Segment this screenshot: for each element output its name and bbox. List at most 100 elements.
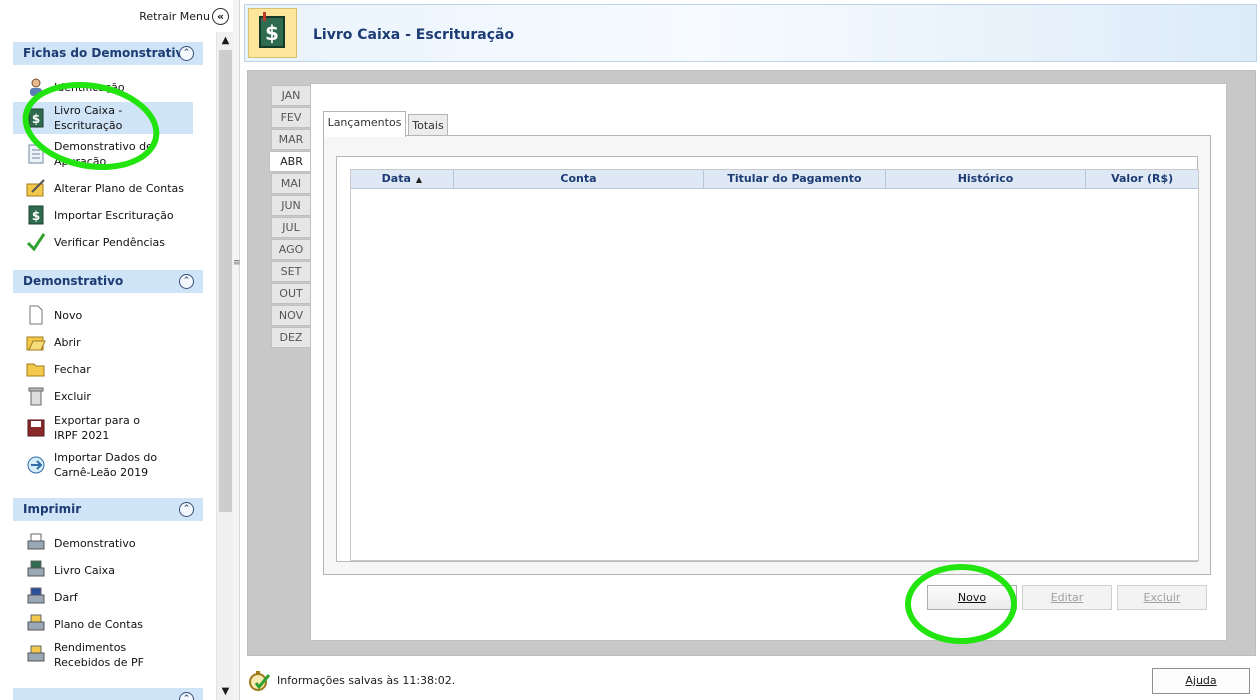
column-header-titular[interactable]: Titular do Pagamento	[704, 170, 886, 188]
main-area: $ Livro Caixa - Escrituração JAN FEV MAR…	[241, 0, 1260, 700]
menu-item-label: Exportar para o IRPF 2021	[54, 414, 140, 442]
menu-item-print-livro-caixa[interactable]: Livro Caixa	[13, 559, 193, 581]
section-header-imprimir[interactable]: Imprimir ⌃	[13, 498, 203, 521]
section-fichas: Fichas do Demonstrativo ⌃	[13, 42, 203, 65]
tab-content: Data ▲ Conta Titular do Pagamento Históri…	[323, 135, 1211, 575]
scroll-down-icon[interactable]: ▼	[217, 683, 234, 700]
menu-item-label: Excluir	[54, 389, 91, 403]
collapse-icon[interactable]: ⌃	[179, 274, 194, 289]
menu-item-print-demonstrativo[interactable]: Demonstrativo	[13, 532, 193, 554]
menu-item-label: Livro Caixa	[54, 563, 115, 577]
menu-item-label: Abrir	[54, 335, 81, 349]
month-tab-jun[interactable]: JUN	[271, 195, 311, 216]
menu-item-verificar-pendencias[interactable]: Verificar Pendências	[13, 231, 193, 253]
section-title: Fichas do Demonstrativo	[23, 46, 192, 60]
section-header-fichas[interactable]: Fichas do Demonstrativo ⌃	[13, 42, 203, 65]
menu-item-label: Importar Dados do Carnê-Leão 2019	[54, 451, 158, 479]
import-globe-icon	[26, 455, 46, 475]
printer-icon	[26, 645, 46, 665]
menu-item-alterar-plano[interactable]: Alterar Plano de Contas	[13, 177, 193, 199]
month-tab-mar[interactable]: MAR	[271, 129, 311, 150]
folder-icon	[26, 359, 46, 379]
column-header-valor[interactable]: Valor (R$)	[1086, 170, 1198, 188]
menu-item-print-darf[interactable]: Darf	[13, 586, 193, 608]
column-header-historico[interactable]: Histórico	[886, 170, 1087, 188]
month-tab-jan[interactable]: JAN	[271, 85, 311, 106]
menu-item-novo[interactable]: Novo	[13, 304, 193, 326]
retract-menu-label[interactable]: Retrair Menu	[139, 10, 210, 23]
menu-item-label: Alterar Plano de Contas	[54, 181, 184, 195]
month-tab-dez[interactable]: DEZ	[271, 327, 311, 348]
panel-splitter[interactable]: ≡	[233, 0, 241, 700]
stopwatch-check-icon	[247, 669, 271, 693]
book-dollar-icon: $	[26, 205, 46, 225]
month-tab-set[interactable]: SET	[271, 261, 311, 282]
printer-icon	[26, 533, 46, 553]
collapse-icon[interactable]: ⌃	[179, 692, 194, 700]
section-header-demonstrativo[interactable]: Demonstrativo ⌃	[13, 270, 203, 293]
menu-item-demonstrativo-apuracao[interactable]: Demonstrativo de Apuração	[13, 138, 193, 170]
svg-text:$: $	[265, 21, 279, 45]
delete-button[interactable]: Excluir	[1117, 585, 1207, 610]
month-tab-abr[interactable]: ABR	[269, 151, 313, 172]
section-title: Imprimir	[23, 502, 82, 516]
edit-button[interactable]: Editar	[1022, 585, 1112, 610]
edit-folder-icon	[26, 178, 46, 198]
left-menu: Retrair Menu « Fichas do Demonstrativo ⌃…	[0, 0, 241, 700]
double-chevron-left-icon[interactable]: «	[212, 8, 229, 25]
scroll-up-icon[interactable]: ▲	[217, 32, 234, 49]
menu-item-print-plano-contas[interactable]: Plano de Contas	[13, 613, 193, 635]
menu-item-fechar[interactable]: Fechar	[13, 358, 193, 380]
month-tab-nov[interactable]: NOV	[271, 305, 311, 326]
menu-scroll-area: Fichas do Demonstrativo ⌃ Identificação …	[13, 32, 216, 700]
svg-text:$: $	[32, 112, 40, 126]
menu-item-abrir[interactable]: Abrir	[13, 331, 193, 353]
book-dollar-icon: $	[26, 108, 46, 128]
column-header-conta[interactable]: Conta	[454, 170, 705, 188]
month-tab-mai[interactable]: MAI	[271, 173, 311, 194]
menu-item-excluir[interactable]: Excluir	[13, 385, 193, 407]
tab-lancamentos[interactable]: Lançamentos	[323, 111, 406, 137]
grip-icon: ≡	[233, 258, 241, 268]
book-dollar-icon: $	[248, 8, 297, 58]
svg-text:$: $	[32, 209, 40, 223]
menu-item-label: Demonstrativo	[54, 536, 136, 550]
person-icon	[26, 77, 46, 97]
month-tab-out[interactable]: OUT	[271, 283, 311, 304]
menu-item-livro-caixa[interactable]: $ Livro Caixa - Escrituração	[13, 102, 193, 134]
section-imprimir: Imprimir ⌃	[13, 498, 203, 521]
month-tab-jul[interactable]: JUL	[271, 217, 311, 238]
menu-item-identificacao[interactable]: Identificação	[13, 75, 193, 99]
menu-item-importar-escrituracao[interactable]: $ Importar Escrituração	[13, 204, 193, 226]
menu-item-print-rendimentos[interactable]: Rendimentos Recebidos de PF	[13, 639, 193, 671]
menu-item-label: Verificar Pendências	[54, 235, 166, 249]
month-tab-ago[interactable]: AGO	[271, 239, 311, 260]
menu-item-exportar[interactable]: Exportar para o IRPF 2021	[13, 412, 193, 444]
collapse-icon[interactable]: ⌃	[179, 46, 194, 61]
status-text: Informações salvas às 11:38:02.	[277, 674, 456, 687]
menu-item-importar-carne-leao[interactable]: Importar Dados do Carnê-Leão 2019	[13, 449, 193, 481]
status-bar: Informações salvas às 11:38:02. Ajuda	[247, 664, 1258, 698]
menu-scrollbar[interactable]: ▲ ▼	[216, 32, 233, 700]
section-partial: ⌃	[13, 688, 203, 700]
help-button[interactable]: Ajuda	[1152, 668, 1250, 694]
section-header-partial[interactable]: ⌃	[13, 688, 203, 700]
month-tab-fev[interactable]: FEV	[271, 107, 311, 128]
menu-item-label: Novo	[54, 308, 83, 322]
checkmark-icon	[26, 232, 46, 252]
collapse-icon[interactable]: ⌃	[179, 502, 194, 517]
new-button[interactable]: Novo	[927, 585, 1017, 610]
menu-item-label: Importar Escrituração	[54, 208, 174, 222]
page-header: $ Livro Caixa - Escrituração	[244, 4, 1257, 62]
column-header-data[interactable]: Data ▲	[351, 170, 454, 188]
scroll-thumb[interactable]	[219, 50, 232, 512]
table-header: Data ▲ Conta Titular do Pagamento Históri…	[351, 170, 1198, 189]
retract-menu-bar: Retrair Menu «	[0, 0, 238, 32]
entries-table: Data ▲ Conta Titular do Pagamento Históri…	[350, 169, 1199, 561]
tab-totais[interactable]: Totais	[408, 114, 448, 137]
workspace: JAN FEV MAR ABR MAI JUN JUL AGO SET OUT …	[247, 70, 1256, 656]
menu-item-label: Identificação	[54, 80, 125, 94]
menu-item-label: Livro Caixa - Escrituração	[54, 104, 123, 132]
month-panel: Lançamentos Totais Data ▲ Conta Titular d…	[310, 83, 1227, 641]
floppy-disk-icon	[26, 418, 46, 438]
